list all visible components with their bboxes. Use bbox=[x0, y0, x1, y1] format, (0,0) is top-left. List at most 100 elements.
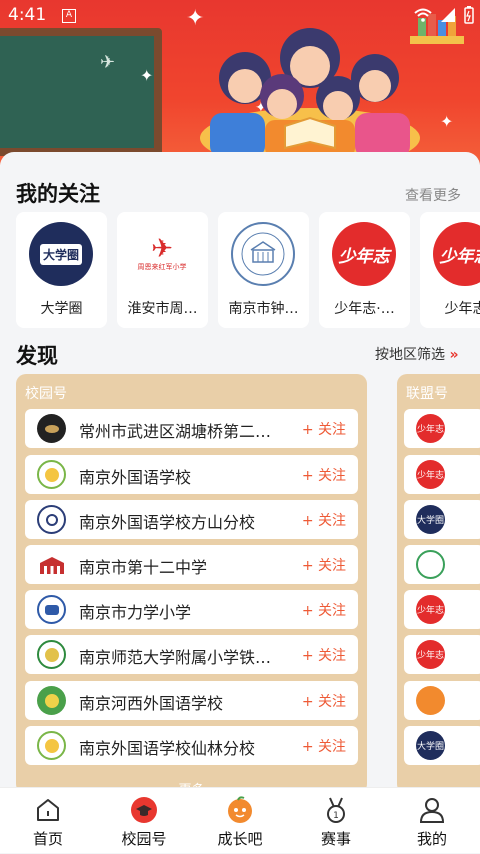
follow-card[interactable]: ✈ 周恩来红军小学 淮安市周… bbox=[117, 212, 208, 328]
sparkle-icon: ✦ bbox=[440, 112, 453, 131]
school-row[interactable]: 南京市第十二中学 + 关注 bbox=[25, 545, 358, 584]
league-logo-icon: 少年志 bbox=[416, 595, 445, 624]
follow-button[interactable]: + 关注 bbox=[302, 419, 346, 439]
tab-competition[interactable]: 1 赛事 bbox=[288, 788, 384, 854]
logo-text: 周恩来红军小学 bbox=[138, 262, 187, 272]
tab-label: 我的 bbox=[384, 828, 480, 849]
league-logo-icon: 大学圈 bbox=[416, 505, 445, 534]
league-row[interactable] bbox=[404, 681, 480, 720]
school-row[interactable]: 南京河西外国语学校 + 关注 bbox=[25, 681, 358, 720]
league-row[interactable]: 少年志 bbox=[404, 409, 480, 448]
school-logo-icon bbox=[37, 460, 66, 489]
league-logo-icon bbox=[416, 686, 445, 715]
school-logo-icon bbox=[37, 686, 66, 715]
school-logo-icon bbox=[37, 731, 66, 760]
school-row[interactable]: 南京外国语学校仙林分校 + 关注 bbox=[25, 726, 358, 765]
follow-name: 少年志 bbox=[420, 298, 480, 318]
shaonianzhi-logo: 少年志 bbox=[433, 222, 480, 286]
school-name: 南京市第十二中学 bbox=[79, 554, 289, 578]
tab-label: 成长吧 bbox=[192, 828, 288, 849]
school-name: 常州市武进区湖塘桥第二… bbox=[79, 418, 289, 442]
status-time: 4:41 bbox=[8, 5, 46, 25]
follow-button[interactable]: + 关注 bbox=[302, 510, 346, 530]
growth-icon bbox=[226, 796, 254, 824]
paper-plane-icon: ✈ bbox=[100, 52, 115, 73]
shaonianzhi-logo: 少年志 bbox=[332, 222, 396, 286]
follow-card[interactable]: 南京市钟… bbox=[218, 212, 309, 328]
region-filter-link[interactable]: 按地区筛选 » bbox=[375, 344, 459, 364]
tab-campus[interactable]: 校园号 bbox=[96, 788, 192, 854]
building-icon bbox=[239, 230, 287, 278]
daxuequan-logo: 大学圈 bbox=[29, 222, 93, 286]
svg-text:1: 1 bbox=[333, 811, 339, 821]
school-row[interactable]: 南京师范大学附属小学铁… + 关注 bbox=[25, 635, 358, 674]
school-name: 南京外国语学校仙林分校 bbox=[79, 735, 289, 759]
school-row[interactable]: 南京市力学小学 + 关注 bbox=[25, 590, 358, 629]
school-logo-icon bbox=[37, 595, 66, 624]
follow-card[interactable]: 少年志 少年志 bbox=[420, 212, 480, 328]
top-banner[interactable]: 4:41 A ✈ ✦ ✦ ✦ ✦ bbox=[0, 0, 480, 165]
league-row[interactable]: 大学圈 bbox=[404, 726, 480, 765]
home-icon bbox=[34, 796, 62, 824]
sparkle-icon: ✦ bbox=[140, 66, 153, 85]
user-icon bbox=[418, 796, 446, 824]
follow-button[interactable]: + 关注 bbox=[302, 645, 346, 665]
school-panel: 校园号 常州市武进区湖塘桥第二… + 关注 南京外国语学校 + 关注 南京外国语… bbox=[16, 374, 367, 794]
follow-button[interactable]: + 关注 bbox=[302, 600, 346, 620]
league-panel: 联盟号 少年志 少年志 大学圈 少年志 少年志 大学圈 bbox=[397, 374, 480, 794]
follow-button[interactable]: + 关注 bbox=[302, 465, 346, 485]
school-name: 南京外国语学校 bbox=[79, 464, 289, 488]
league-row[interactable]: 少年志 bbox=[404, 455, 480, 494]
tab-label: 首页 bbox=[0, 828, 96, 849]
follow-card[interactable]: 大学圈 大学圈 bbox=[16, 212, 107, 328]
battery-icon bbox=[464, 6, 474, 24]
follow-name: 大学圈 bbox=[16, 298, 107, 318]
children-reading-illustration bbox=[190, 18, 420, 158]
follow-name: 少年志·… bbox=[319, 298, 410, 318]
campus-icon bbox=[130, 796, 158, 824]
double-chevron-right-icon: » bbox=[449, 347, 458, 363]
school-panel-label: 校园号 bbox=[25, 383, 67, 403]
follow-section-title: 我的关注 bbox=[16, 178, 100, 208]
school-logo-icon bbox=[37, 414, 66, 443]
follow-card[interactable]: 少年志 少年志·… bbox=[319, 212, 410, 328]
tab-home[interactable]: 首页 bbox=[0, 788, 96, 854]
school-row[interactable]: 南京外国语学校 + 关注 bbox=[25, 455, 358, 494]
bottom-tab-bar: 首页 校园号 成长吧 1 赛事 我的 bbox=[0, 787, 480, 853]
league-logo-icon: 少年志 bbox=[416, 640, 445, 669]
wifi-icon bbox=[414, 8, 432, 22]
follow-name: 淮安市周… bbox=[117, 298, 208, 318]
school-logo-icon bbox=[37, 505, 66, 534]
building-icon bbox=[38, 554, 66, 576]
follow-list: 大学圈 大学圈 ✈ 周恩来红军小学 淮安市周… 南京市钟… 少年志 少年志·… … bbox=[16, 212, 480, 328]
league-row[interactable] bbox=[404, 545, 480, 584]
banner-curve bbox=[0, 152, 480, 165]
chalkboard-illustration: ✈ bbox=[0, 28, 162, 156]
follow-button[interactable]: + 关注 bbox=[302, 555, 346, 575]
league-panel-label: 联盟号 bbox=[406, 383, 448, 403]
school-emblem-logo bbox=[231, 222, 295, 286]
tab-growth[interactable]: 成长吧 bbox=[192, 788, 288, 854]
logo-text: 少年志 bbox=[339, 242, 390, 267]
tab-label: 赛事 bbox=[288, 828, 384, 849]
tab-mine[interactable]: 我的 bbox=[384, 788, 480, 854]
follow-button[interactable]: + 关注 bbox=[302, 691, 346, 711]
school-logo: ✈ 周恩来红军小学 bbox=[130, 222, 194, 286]
logo-text: 少年志 bbox=[440, 242, 480, 267]
league-logo-icon: 少年志 bbox=[416, 460, 445, 489]
league-row[interactable]: 少年志 bbox=[404, 635, 480, 674]
league-logo-icon bbox=[416, 550, 445, 579]
follow-more-link[interactable]: 查看更多 bbox=[405, 185, 461, 205]
school-row[interactable]: 南京外国语学校方山分校 + 关注 bbox=[25, 500, 358, 539]
school-row[interactable]: 常州市武进区湖塘桥第二… + 关注 bbox=[25, 409, 358, 448]
school-logo-icon bbox=[37, 640, 66, 669]
follow-name: 南京市钟… bbox=[218, 298, 309, 318]
league-row[interactable]: 少年志 bbox=[404, 590, 480, 629]
league-logo-icon: 大学圈 bbox=[416, 731, 445, 760]
region-filter-label: 按地区筛选 bbox=[375, 347, 445, 363]
school-logo-icon bbox=[37, 550, 66, 579]
league-row[interactable]: 大学圈 bbox=[404, 500, 480, 539]
follow-button[interactable]: + 关注 bbox=[302, 736, 346, 756]
notification-icon: A bbox=[62, 9, 76, 23]
tab-label: 校园号 bbox=[96, 828, 192, 849]
